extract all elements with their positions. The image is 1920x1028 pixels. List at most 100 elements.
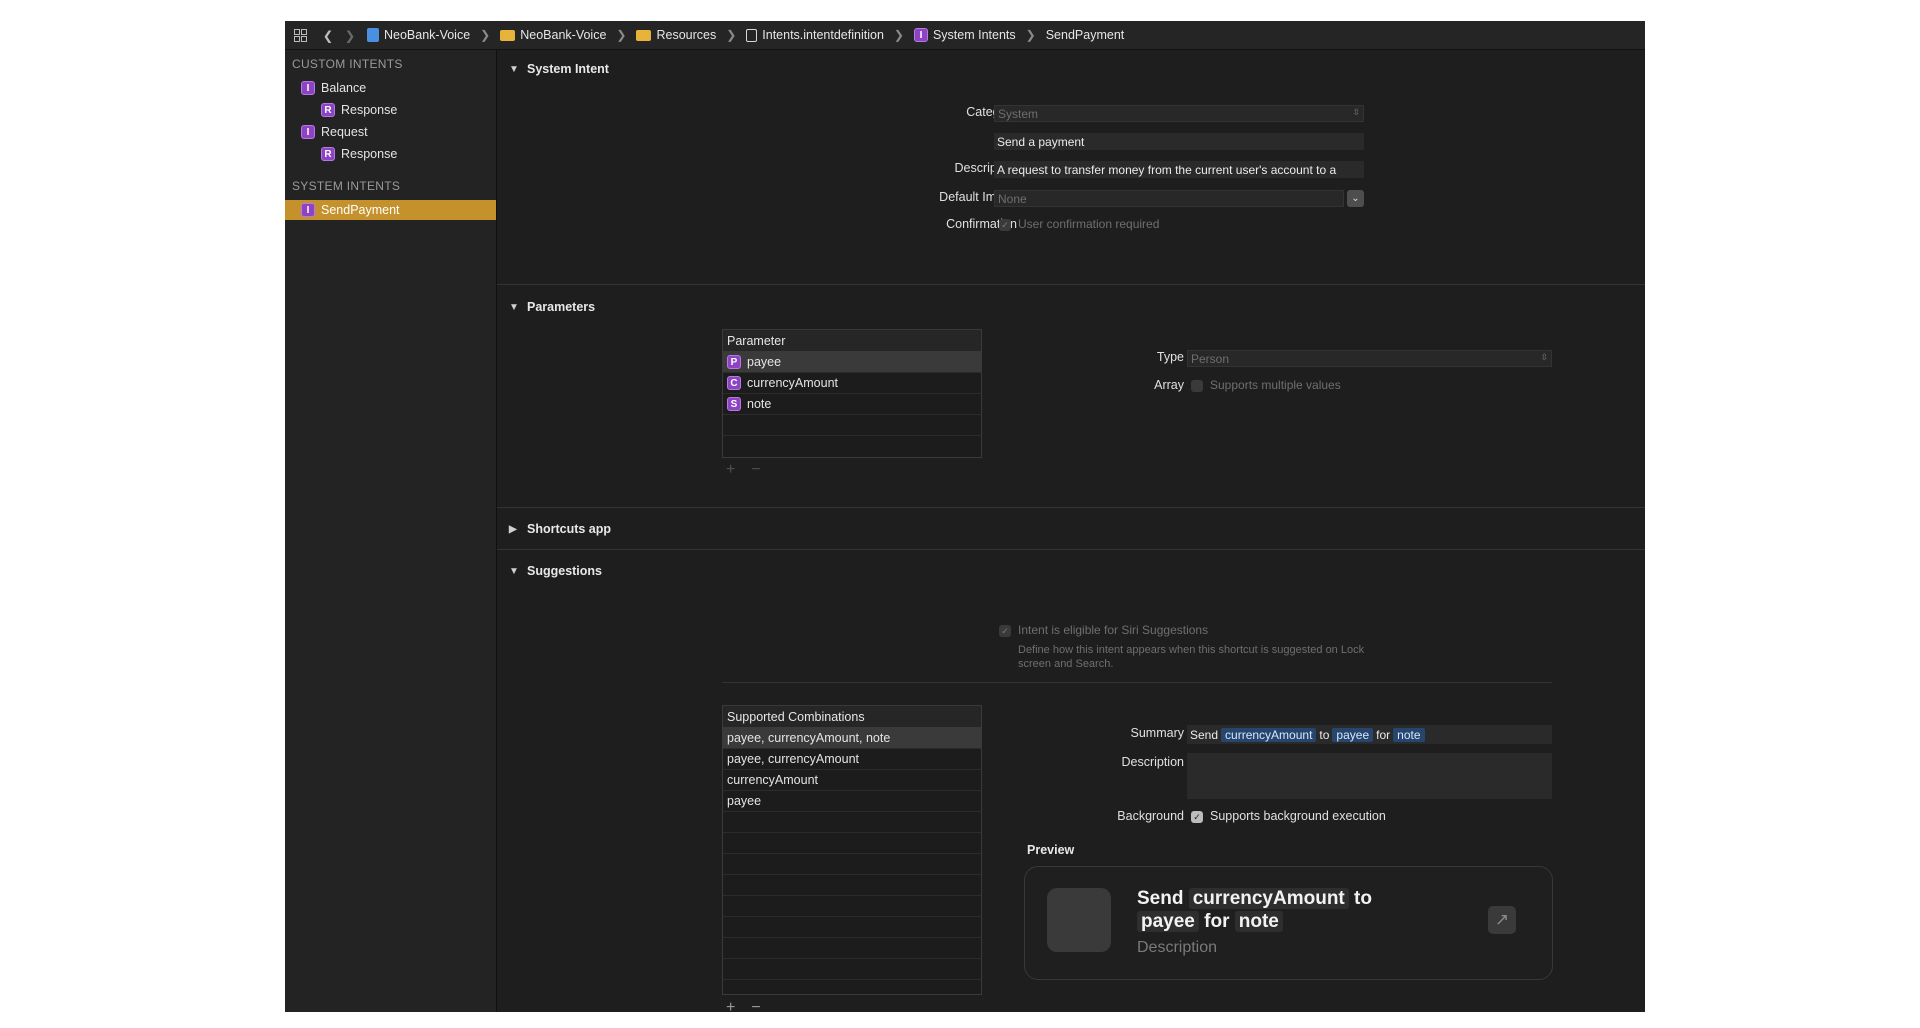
preview-title: Send currencyAmount to payee for note	[1137, 887, 1427, 933]
combinations-column-header[interactable]: Supported Combinations	[723, 706, 981, 728]
chevron-right-icon: ❯	[893, 28, 904, 42]
response-badge-icon: R	[321, 103, 335, 117]
disclosure-down-icon[interactable]: ▼	[509, 566, 519, 577]
table-row[interactable]: payee, currencyAmount, note	[723, 728, 981, 749]
description-field[interactable]: A request to transfer money from the cur…	[994, 161, 1364, 178]
intent-badge-icon: I	[913, 28, 928, 42]
shortcuts-app-header[interactable]: ▶ Shortcuts app	[509, 522, 611, 536]
back-chevron-icon[interactable]: ❮	[317, 24, 339, 46]
jump-bar: ❮ ❯ NeoBank-Voice ❯ NeoBank-Voice ❯ Reso…	[285, 21, 1645, 50]
plus-icon[interactable]: +	[726, 461, 735, 479]
array-label: Array	[1154, 378, 1184, 392]
section-title: Parameters	[527, 300, 596, 314]
category-value: System	[998, 106, 1039, 121]
background-checkbox[interactable]: ✓	[1191, 811, 1203, 823]
system-intent-header[interactable]: ▼ System Intent	[509, 62, 609, 76]
breadcrumb-item[interactable]: NeoBank-Voice	[384, 28, 470, 42]
sidebar-item-sendpayment[interactable]: I SendPayment	[285, 200, 496, 220]
siri-suggestions-checkbox[interactable]: ✓	[999, 625, 1011, 637]
category-popup[interactable]: System ⇳	[994, 105, 1364, 122]
sidebar-item-request[interactable]: I Request	[285, 122, 496, 142]
breadcrumb: NeoBank-Voice ❯ NeoBank-Voice ❯ Resource…	[367, 28, 1124, 42]
breadcrumb-item[interactable]: NeoBank-Voice	[520, 28, 606, 42]
grid-icon[interactable]	[289, 24, 311, 46]
suggestion-description-field[interactable]	[1187, 753, 1552, 799]
section-title: Suggestions	[527, 564, 603, 578]
sidebar-item-balance-response[interactable]: R Response	[285, 100, 496, 120]
background-text: Supports background execution	[1210, 809, 1386, 823]
background-label: Background	[1117, 809, 1184, 823]
breadcrumb-item[interactable]: Resources	[656, 28, 716, 42]
summary-label: Summary	[1130, 726, 1184, 740]
table-row	[723, 959, 981, 980]
open-arrow-icon: ↗	[1488, 906, 1516, 934]
breadcrumb-item[interactable]: System Intents	[933, 28, 1016, 42]
sidebar-item-label: SendPayment	[321, 203, 400, 217]
custom-intents-header: CUSTOM INTENTS	[292, 57, 403, 71]
table-row[interactable]: C currencyAmount	[723, 373, 981, 394]
chevron-right-icon: ❯	[616, 28, 627, 42]
breadcrumb-item[interactable]: SendPayment	[1046, 28, 1125, 42]
preview-word: for	[1204, 911, 1230, 932]
siri-suggestions-text: Intent is eligible for Siri Suggestions	[1018, 623, 1209, 637]
table-row[interactable]: S note	[723, 394, 981, 415]
table-row	[723, 812, 981, 833]
parameters-table: Parameter P payee C currencyAmount S not…	[722, 329, 982, 458]
preview-word: Send	[1137, 888, 1184, 909]
table-row[interactable]: currencyAmount	[723, 770, 981, 791]
summary-field[interactable]: Send currencyAmount to payee for note	[1187, 725, 1552, 744]
table-row[interactable]: payee	[723, 791, 981, 812]
chevron-right-icon: ❯	[1025, 28, 1036, 42]
chevron-right-icon: ❯	[726, 28, 737, 42]
chevron-down-icon[interactable]: ⌄	[1347, 190, 1364, 207]
description-label: Description	[954, 161, 1017, 175]
intent-badge-icon: I	[301, 125, 315, 139]
table-row	[723, 938, 981, 959]
parameters-header[interactable]: ▼ Parameters	[509, 300, 595, 314]
disclosure-down-icon[interactable]: ▼	[509, 302, 519, 313]
updown-chevron-icon: ⇳	[1540, 352, 1548, 362]
suggestion-description-label: Description	[1121, 755, 1184, 769]
default-image-combo[interactable]: None	[994, 190, 1344, 207]
confirmation-checkbox[interactable]: ✓	[999, 219, 1011, 231]
app-icon-placeholder	[1047, 888, 1111, 952]
intent-editor: ▼ System Intent Category System ⇳ Title …	[497, 50, 1645, 1012]
summary-token[interactable]: currencyAmount	[1221, 727, 1317, 742]
intent-badge-icon: I	[301, 81, 315, 95]
plus-icon[interactable]: +	[726, 999, 735, 1012]
disclosure-right-icon[interactable]: ▶	[509, 524, 519, 535]
minus-icon[interactable]: −	[751, 999, 760, 1012]
project-file-icon	[367, 28, 379, 42]
minus-icon[interactable]: −	[751, 461, 760, 479]
folder-icon	[500, 29, 516, 41]
confirmation-text: User confirmation required	[1018, 217, 1160, 231]
summary-word: Send	[1190, 727, 1219, 742]
preview-token: note	[1234, 911, 1283, 932]
preview-token: payee	[1137, 911, 1199, 932]
title-field[interactable]: Send a payment	[994, 133, 1364, 150]
array-checkbox[interactable]	[1191, 380, 1203, 392]
xcode-window: ❮ ❯ NeoBank-Voice ❯ NeoBank-Voice ❯ Reso…	[285, 21, 1645, 1012]
suggestions-header[interactable]: ▼ Suggestions	[509, 564, 602, 578]
section-divider	[497, 549, 1645, 550]
table-row	[723, 854, 981, 875]
table-row[interactable]: payee, currencyAmount	[723, 749, 981, 770]
table-row	[723, 917, 981, 938]
section-title: Shortcuts app	[527, 522, 612, 536]
parameter-column-header[interactable]: Parameter	[723, 330, 981, 352]
summary-token[interactable]: note	[1393, 727, 1425, 742]
updown-chevron-icon: ⇳	[1352, 107, 1360, 117]
type-value: Person	[1191, 351, 1230, 366]
system-intents-header: SYSTEM INTENTS	[292, 179, 401, 193]
parameters-add-remove: + −	[726, 461, 761, 479]
section-divider	[497, 507, 1645, 508]
type-popup[interactable]: Person ⇳	[1187, 350, 1552, 367]
summary-token[interactable]: payee	[1332, 727, 1374, 742]
breadcrumb-item[interactable]: Intents.intentdefinition	[762, 28, 884, 42]
sidebar-item-balance[interactable]: I Balance	[285, 78, 496, 98]
sidebar-item-request-response[interactable]: R Response	[285, 144, 496, 164]
response-badge-icon: R	[321, 147, 335, 161]
disclosure-down-icon[interactable]: ▼	[509, 64, 519, 75]
table-row[interactable]: P payee	[723, 352, 981, 373]
forward-chevron-icon[interactable]: ❯	[339, 24, 361, 46]
